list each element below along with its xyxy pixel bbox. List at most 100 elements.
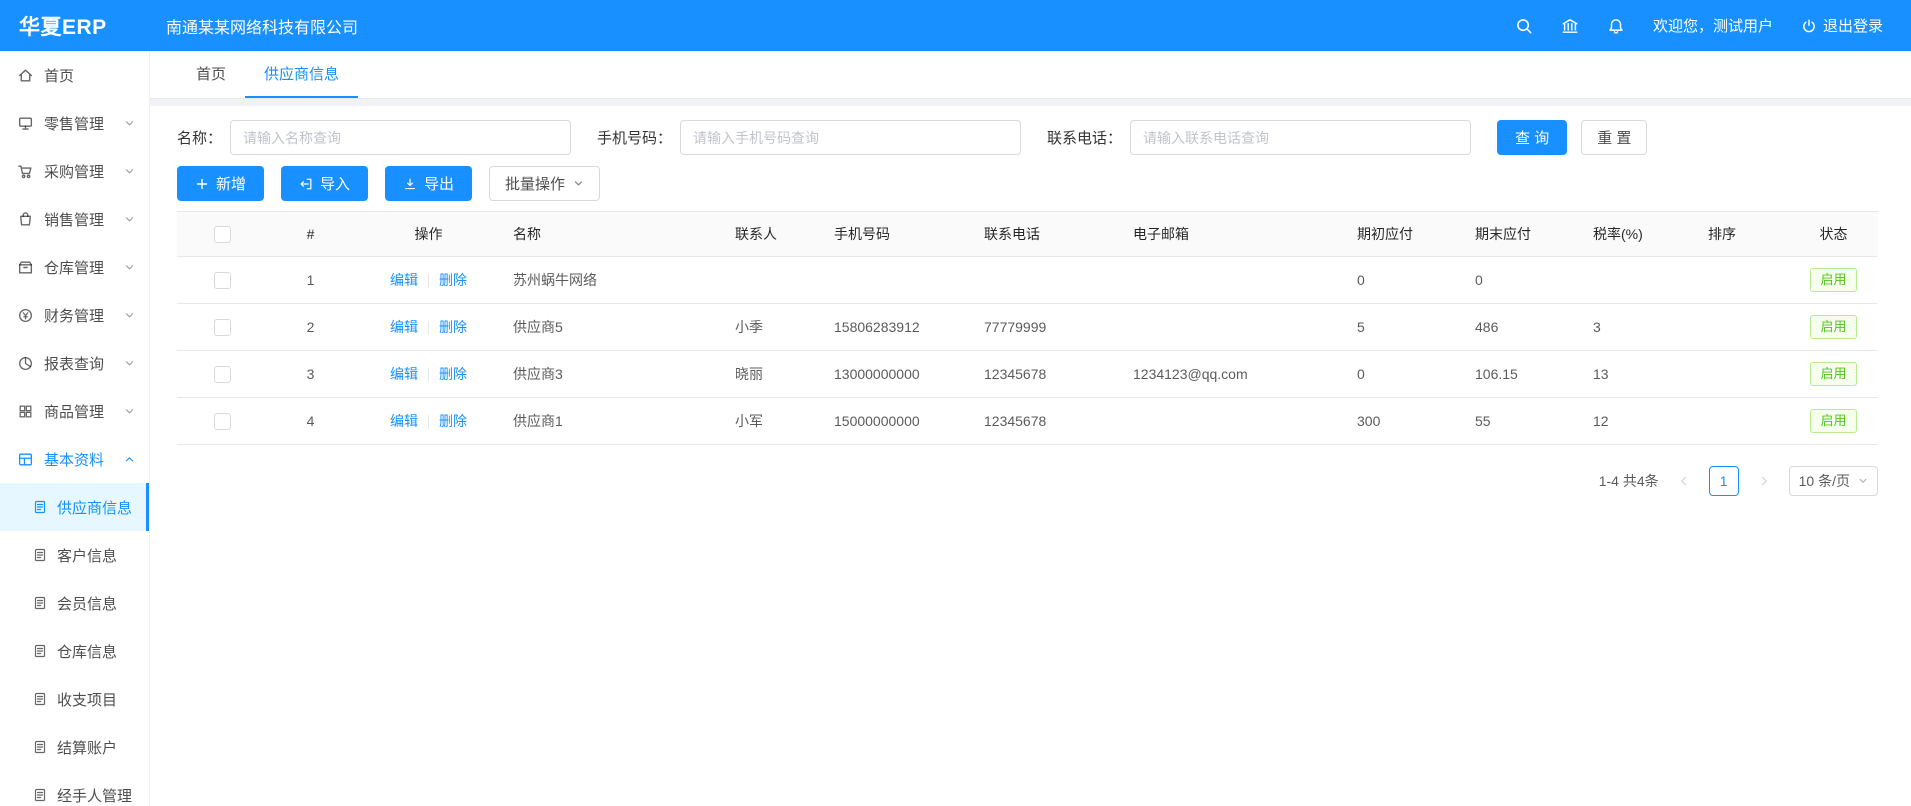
chevron-up-icon bbox=[124, 454, 135, 465]
document-icon bbox=[32, 643, 48, 659]
edit-link[interactable]: 编辑 bbox=[390, 319, 418, 335]
cell-tax: 12 bbox=[1583, 398, 1698, 445]
export-button[interactable]: 导出 bbox=[385, 166, 472, 201]
cell-sort bbox=[1698, 398, 1789, 445]
row-checkbox[interactable] bbox=[214, 319, 231, 336]
sidebar-item-reports[interactable]: 报表查询 bbox=[0, 339, 149, 387]
export-button-label: 导出 bbox=[424, 173, 454, 194]
page-size-select[interactable]: 10 条/页 bbox=[1789, 466, 1878, 496]
tab-home[interactable]: 首页 bbox=[177, 51, 245, 98]
document-icon bbox=[32, 547, 48, 563]
row-checkbox[interactable] bbox=[214, 272, 231, 289]
delete-link[interactable]: 删除 bbox=[439, 413, 467, 429]
pagination-total: 1-4 共4条 bbox=[1599, 471, 1659, 491]
sidebar-item-label: 仓库管理 bbox=[44, 257, 104, 278]
name-filter-label: 名称： bbox=[177, 127, 222, 148]
status-badge: 启用 bbox=[1810, 409, 1856, 434]
phone-filter-label: 联系电话： bbox=[1047, 127, 1122, 148]
sidebar-subitem-member-info[interactable]: 会员信息 bbox=[0, 579, 149, 627]
batch-operations-label: 批量操作 bbox=[505, 173, 565, 194]
table-row: 4 编辑删除 供应商1 小军 15000000000 12345678 300 … bbox=[177, 398, 1878, 445]
sidebar-subitem-income-expense[interactable]: 收支项目 bbox=[0, 675, 149, 723]
reset-button[interactable]: 重 置 bbox=[1581, 120, 1647, 155]
bell-icon[interactable] bbox=[1607, 17, 1625, 35]
sidebar-item-sales[interactable]: 销售管理 bbox=[0, 195, 149, 243]
sidebar-subitem-label: 收支项目 bbox=[57, 689, 117, 710]
cell-mobile: 15000000000 bbox=[824, 398, 974, 445]
cell-closing: 55 bbox=[1465, 398, 1583, 445]
sidebar-item-warehouse[interactable]: 仓库管理 bbox=[0, 243, 149, 291]
phone-filter-input[interactable] bbox=[1130, 120, 1471, 155]
sidebar-subitem-handler-management[interactable]: 经手人管理 bbox=[0, 771, 149, 806]
sidebar-item-label: 商品管理 bbox=[44, 401, 104, 422]
topbar-right: 欢迎您，测试用户 退出登录 bbox=[1515, 15, 1911, 36]
sidebar-item-products[interactable]: 商品管理 bbox=[0, 387, 149, 435]
cell-contact bbox=[725, 257, 824, 304]
col-closing-payable: 期末应付 bbox=[1465, 212, 1583, 257]
cell-phone: 12345678 bbox=[974, 398, 1123, 445]
sidebar-subitem-supplier-info[interactable]: 供应商信息 bbox=[0, 483, 149, 531]
bank-icon[interactable] bbox=[1561, 17, 1579, 35]
add-button[interactable]: 新增 bbox=[177, 166, 264, 201]
table-row: 3 编辑删除 供应商3 晓丽 13000000000 12345678 1234… bbox=[177, 351, 1878, 398]
sidebar-item-basic-data[interactable]: 基本资料 bbox=[0, 435, 149, 483]
select-all-checkbox[interactable] bbox=[214, 226, 231, 243]
company-name: 南通某某网络科技有限公司 bbox=[166, 14, 358, 38]
export-icon bbox=[403, 177, 417, 191]
next-page-button[interactable] bbox=[1749, 466, 1779, 496]
sidebar-item-home[interactable]: 首页 bbox=[0, 51, 149, 99]
cell-index: 2 bbox=[267, 304, 354, 351]
delete-link[interactable]: 删除 bbox=[439, 272, 467, 288]
cell-name: 供应商5 bbox=[503, 304, 725, 351]
cell-sort bbox=[1698, 257, 1789, 304]
row-checkbox[interactable] bbox=[214, 413, 231, 430]
col-phone: 联系电话 bbox=[974, 212, 1123, 257]
table-row: 2 编辑删除 供应商5 小季 15806283912 77779999 5 48… bbox=[177, 304, 1878, 351]
delete-link[interactable]: 删除 bbox=[439, 319, 467, 335]
sidebar-item-finance[interactable]: 财务管理 bbox=[0, 291, 149, 339]
logout-button[interactable]: 退出登录 bbox=[1801, 15, 1883, 36]
filter-bar: 名称： 手机号码： 联系电话： 查 询 重 置 bbox=[177, 120, 1878, 155]
edit-link[interactable]: 编辑 bbox=[390, 366, 418, 382]
home-icon bbox=[17, 67, 34, 84]
page-number-button[interactable]: 1 bbox=[1709, 466, 1739, 496]
cell-index: 3 bbox=[267, 351, 354, 398]
edit-link[interactable]: 编辑 bbox=[390, 413, 418, 429]
cell-opening: 0 bbox=[1347, 257, 1465, 304]
col-status: 状态 bbox=[1789, 212, 1878, 257]
sidebar-subitem-label: 供应商信息 bbox=[57, 497, 132, 518]
prev-page-button[interactable] bbox=[1669, 466, 1699, 496]
sidebar-subitem-settlement-account[interactable]: 结算账户 bbox=[0, 723, 149, 771]
cell-name: 供应商3 bbox=[503, 351, 725, 398]
batch-operations-button[interactable]: 批量操作 bbox=[489, 166, 600, 201]
delete-link[interactable]: 删除 bbox=[439, 366, 467, 382]
tab-supplier-info[interactable]: 供应商信息 bbox=[245, 51, 358, 98]
chevron-down-icon bbox=[124, 214, 135, 225]
logout-label: 退出登录 bbox=[1823, 15, 1883, 36]
cell-tax: 3 bbox=[1583, 304, 1698, 351]
search-button[interactable]: 查 询 bbox=[1497, 120, 1567, 155]
sidebar: 首页 零售管理 采购管理 销售管理 仓库管理 财务管理 bbox=[0, 51, 150, 806]
name-filter-input[interactable] bbox=[230, 120, 571, 155]
cell-closing: 486 bbox=[1465, 304, 1583, 351]
row-checkbox[interactable] bbox=[214, 366, 231, 383]
col-email: 电子邮箱 bbox=[1123, 212, 1347, 257]
tab-bar: 首页 供应商信息 bbox=[150, 51, 1911, 99]
cell-mobile bbox=[824, 257, 974, 304]
cell-name: 供应商1 bbox=[503, 398, 725, 445]
link-divider bbox=[428, 321, 429, 335]
sidebar-item-purchase[interactable]: 采购管理 bbox=[0, 147, 149, 195]
sidebar-subitem-customer-info[interactable]: 客户信息 bbox=[0, 531, 149, 579]
edit-link[interactable]: 编辑 bbox=[390, 272, 418, 288]
report-icon bbox=[17, 355, 34, 372]
col-mobile: 手机号码 bbox=[824, 212, 974, 257]
import-button[interactable]: 导入 bbox=[281, 166, 368, 201]
status-badge: 启用 bbox=[1810, 362, 1856, 387]
cell-phone: 77779999 bbox=[974, 304, 1123, 351]
tab-content-divider bbox=[150, 99, 1911, 106]
status-badge: 启用 bbox=[1810, 315, 1856, 340]
sidebar-item-retail[interactable]: 零售管理 bbox=[0, 99, 149, 147]
search-icon[interactable] bbox=[1515, 17, 1533, 35]
mobile-filter-input[interactable] bbox=[680, 120, 1021, 155]
sidebar-subitem-warehouse-info[interactable]: 仓库信息 bbox=[0, 627, 149, 675]
